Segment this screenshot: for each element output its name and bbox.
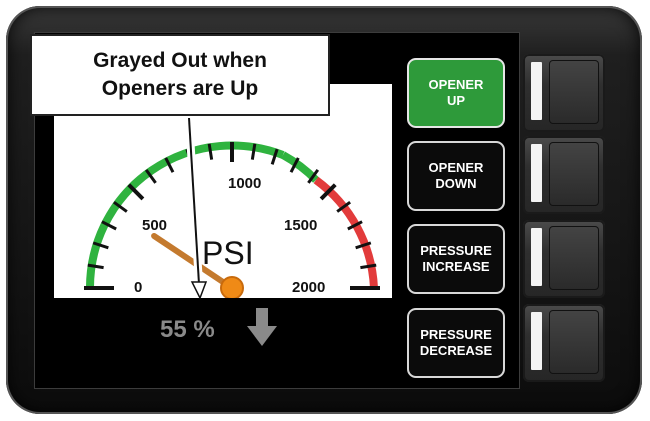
key-led-indicator xyxy=(531,62,542,120)
opener-up-line1: OPENER xyxy=(428,77,484,92)
callout-line-2: Openers are Up xyxy=(101,77,259,100)
key-led-indicator xyxy=(531,312,542,370)
gauge-dial: 0 500 1000 1500 2000 PSI xyxy=(84,141,380,298)
pressure-decrease-button[interactable]: PRESSURE DECREASE xyxy=(407,308,505,378)
tick-label-0: 0 xyxy=(134,279,142,296)
pressure-increase-button[interactable]: PRESSURE INCREASE xyxy=(407,224,505,294)
opener-up-button[interactable]: OPENER UP xyxy=(407,58,505,128)
key-face xyxy=(549,60,599,124)
hard-key-4[interactable] xyxy=(523,304,605,382)
tick-label-1500: 1500 xyxy=(284,217,317,234)
key-face xyxy=(549,310,599,374)
pressure-increase-line1: PRESSURE xyxy=(420,243,492,258)
arrow-down-icon xyxy=(247,308,277,346)
opener-up-line2: UP xyxy=(446,93,466,108)
pressure-decrease-line2: DECREASE xyxy=(419,343,493,358)
opener-down-line2: DOWN xyxy=(435,176,477,191)
hard-key-2[interactable] xyxy=(523,136,605,214)
hard-key-1[interactable] xyxy=(523,54,605,132)
key-face xyxy=(549,142,599,206)
gauge-low-band xyxy=(85,141,285,289)
annotation-callout: Grayed Out when Openers are Up xyxy=(30,34,330,116)
opener-down-button[interactable]: OPENER DOWN xyxy=(407,141,505,211)
tick-label-500: 500 xyxy=(142,217,167,234)
pressure-decrease-line1: PRESSURE xyxy=(420,327,492,342)
pressure-gauge: 0 500 1000 1500 2000 PSI xyxy=(54,84,392,298)
pressure-readout: 55 % xyxy=(160,316,215,343)
key-led-indicator xyxy=(531,144,542,202)
callout-line-1: Grayed Out when xyxy=(93,49,267,72)
gauge-unit-label: PSI xyxy=(202,235,254,271)
tick-label-2000: 2000 xyxy=(292,279,325,296)
gauge-needle-hub xyxy=(220,276,244,298)
key-led-indicator xyxy=(531,228,542,286)
hard-key-3[interactable] xyxy=(523,220,605,298)
pressure-increase-line2: INCREASE xyxy=(422,259,490,274)
tick-label-1000: 1000 xyxy=(228,175,261,192)
key-face xyxy=(549,226,599,290)
opener-down-line1: OPENER xyxy=(428,160,484,175)
